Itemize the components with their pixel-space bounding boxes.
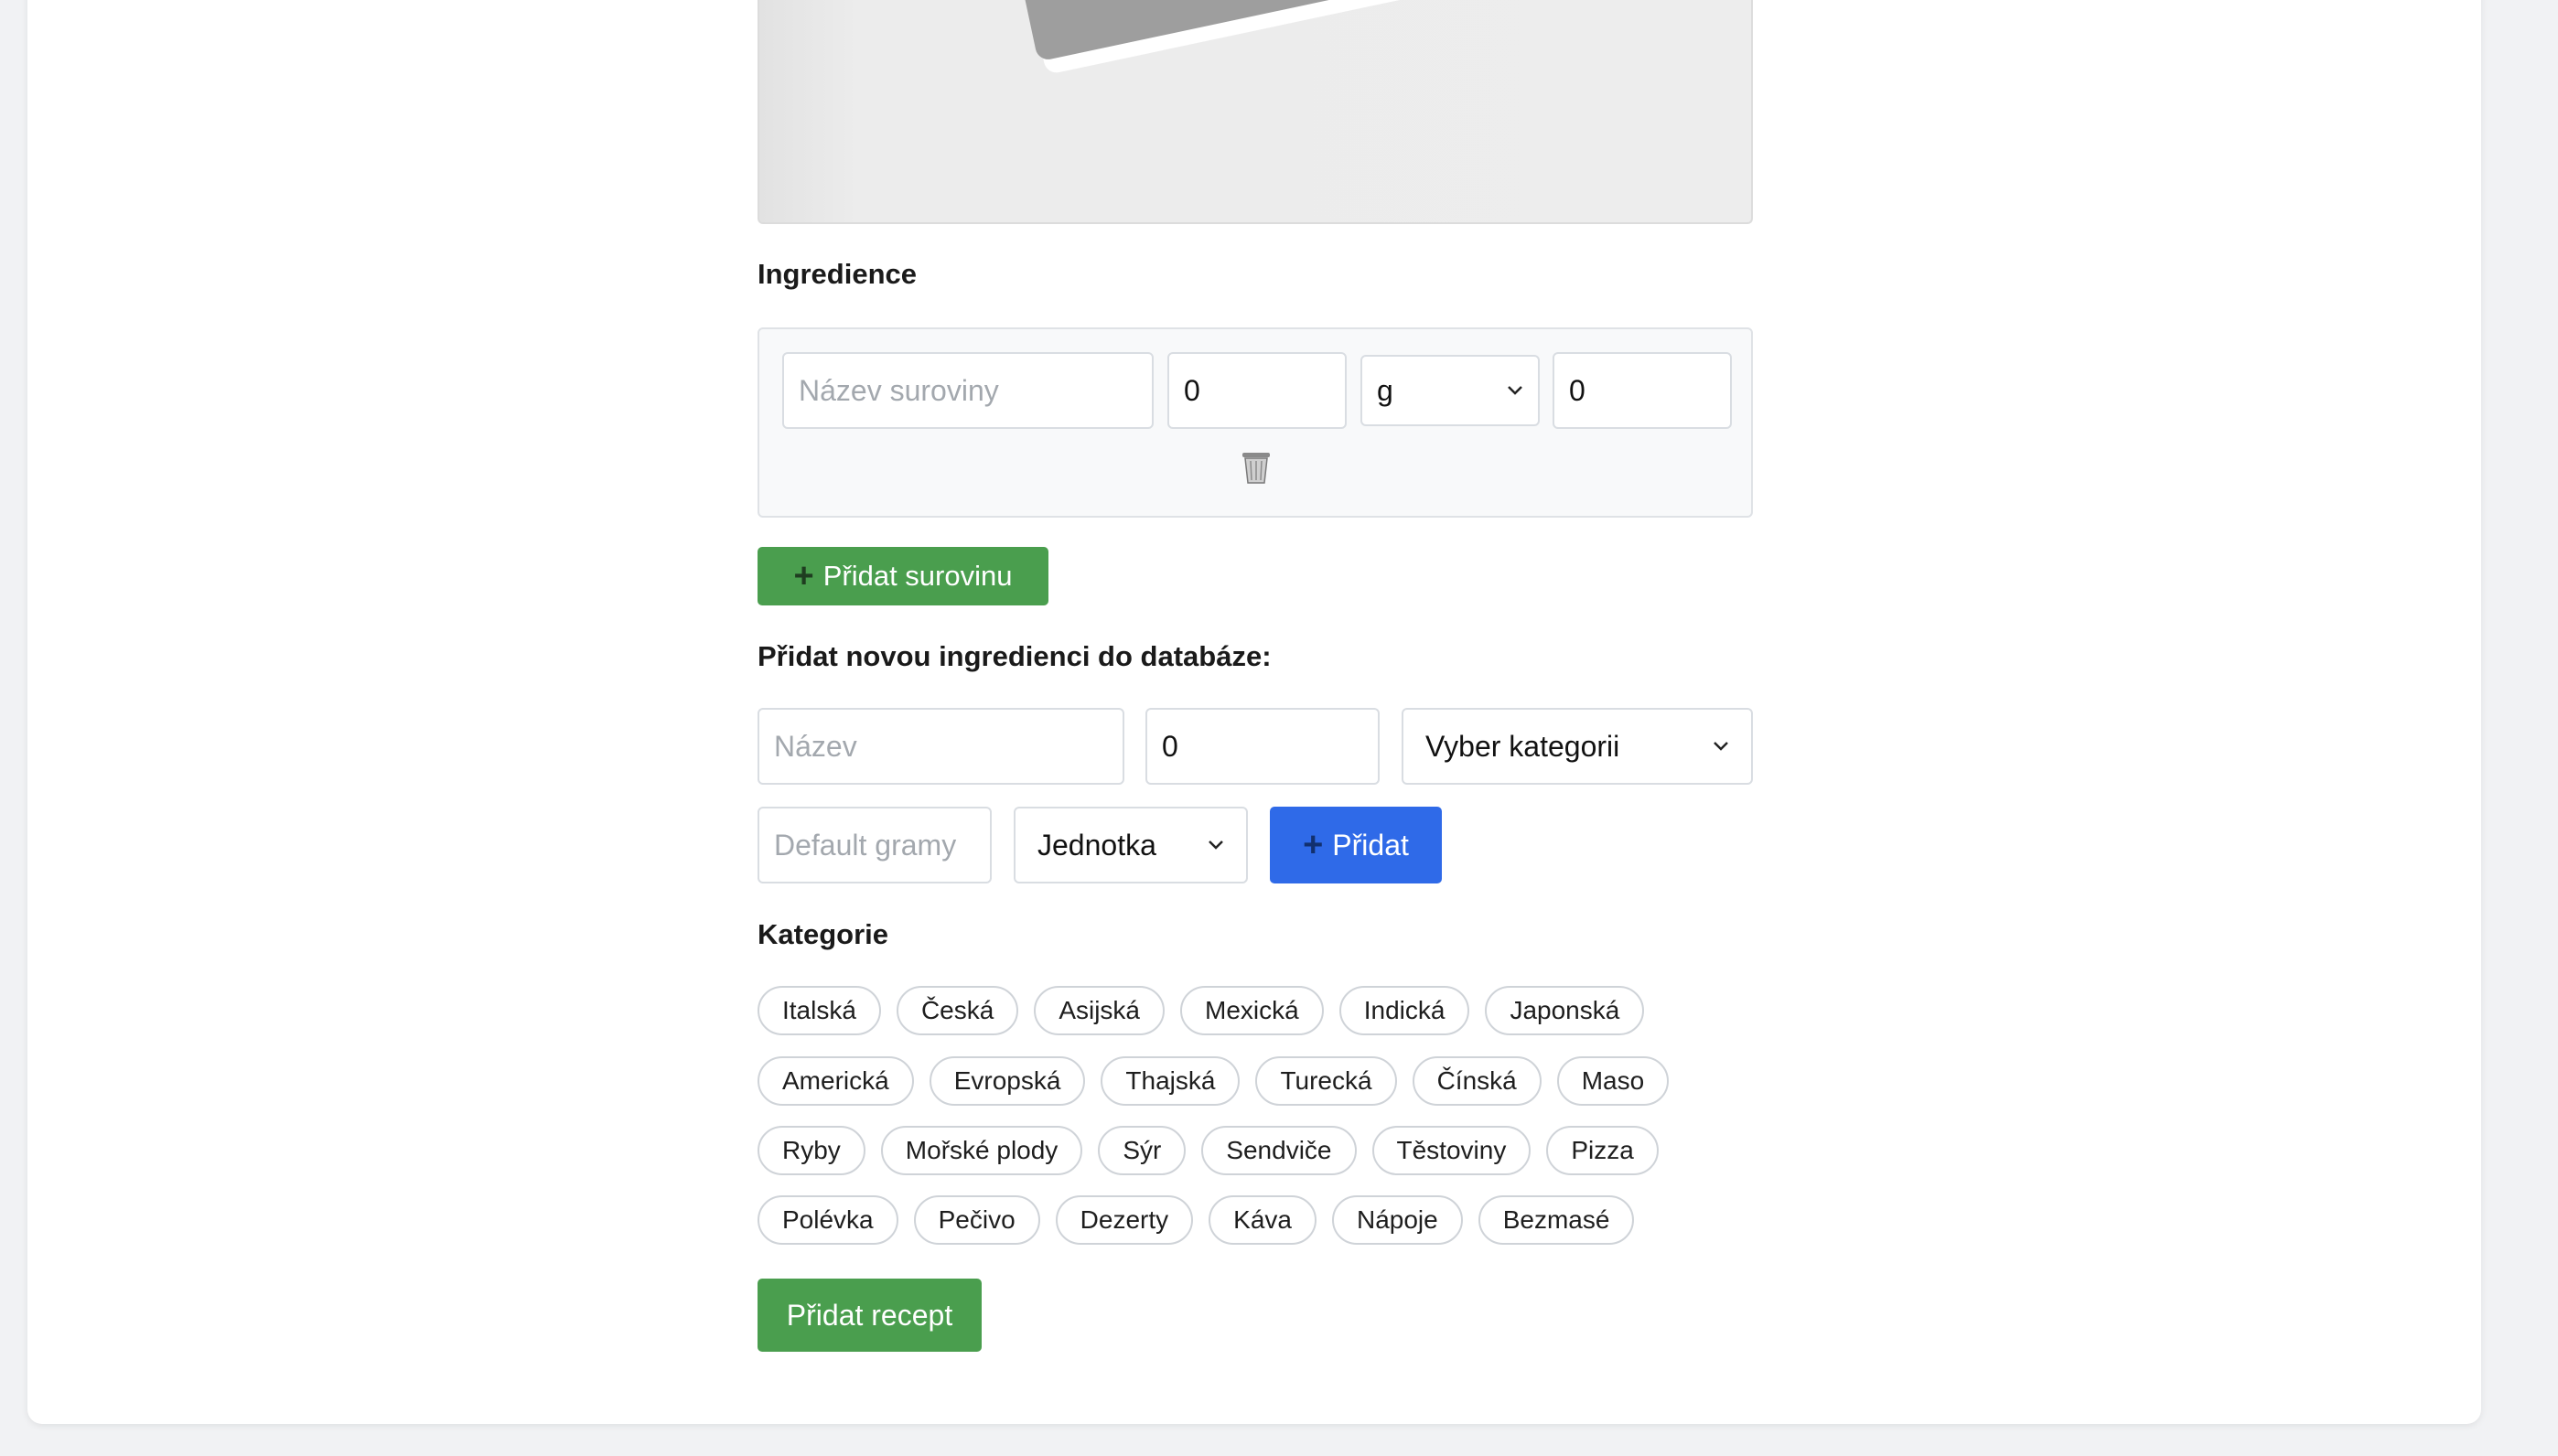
category-tag[interactable]: Pizza [1546,1126,1659,1175]
category-tag[interactable]: Asijská [1034,986,1166,1035]
ingredient-unit-select[interactable]: g [1360,355,1540,426]
category-tag[interactable]: Čínská [1412,1056,1542,1106]
category-tag-row: Italská Česká Asijská Mexická Indická Ja… [758,986,1645,1035]
category-select-value: Vyber kategorii [1425,729,1620,763]
category-tag[interactable]: Česká [896,986,1019,1035]
category-tag-row: Polévka Pečivo Dezerty Káva Nápoje Bezma… [758,1195,1635,1245]
category-tag[interactable]: Sendviče [1201,1126,1357,1175]
plus-icon: + [793,557,814,595]
category-tag[interactable]: Polévka [758,1195,898,1245]
category-tag[interactable]: Indická [1338,986,1470,1035]
category-tag[interactable]: Sýr [1098,1126,1187,1175]
new-ingredient-value-input[interactable]: 0 [1145,708,1380,785]
category-tag-row: Americká Evropská Thajská Turecká Čínská… [758,1056,1670,1106]
category-tag-row: Ryby Mořské plody Sýr Sendviče Těstoviny… [758,1126,1659,1175]
category-tag[interactable]: Turecká [1255,1056,1397,1106]
category-tag[interactable]: Maso [1556,1056,1670,1106]
plus-icon: + [1303,826,1324,864]
ingredients-heading: Ingredience [758,258,917,290]
add-new-ingredient-label: Přidat [1332,828,1409,862]
add-ingredient-button[interactable]: + Přidat surovinu [758,547,1048,605]
categories-heading: Kategorie [758,918,888,950]
chevron-down-icon [1508,386,1522,395]
category-tag[interactable]: Dezerty [1055,1195,1194,1245]
chevron-down-icon [1209,840,1223,850]
recipe-image-placeholder[interactable] [758,0,1753,224]
category-tag[interactable]: Thajská [1101,1056,1241,1106]
default-grams-input[interactable]: Default gramy [758,807,992,883]
category-tag[interactable]: Evropská [929,1056,1086,1106]
unit-select-value: Jednotka [1037,828,1156,862]
add-ingredient-label: Přidat surovinu [822,560,1013,592]
ingredient-unit-value: g [1377,373,1393,407]
ingredient-amount-input[interactable]: 0 [1167,352,1347,429]
category-select[interactable]: Vyber kategorii [1402,708,1753,785]
category-tag[interactable]: Japonská [1485,986,1645,1035]
category-tag[interactable]: Bezmasé [1478,1195,1635,1245]
add-new-ingredient-button[interactable]: + Přidat [1270,807,1442,883]
unit-select[interactable]: Jednotka [1014,807,1248,883]
category-tag[interactable]: Mexická [1180,986,1324,1035]
trash-icon[interactable] [1241,450,1272,485]
image-placeholder-icon [1016,0,1421,73]
new-ingredient-heading: Přidat novou ingredienci do databáze: [758,640,1272,672]
new-ingredient-name-input[interactable]: Název [758,708,1124,785]
category-tag[interactable]: Ryby [758,1126,865,1175]
category-tag[interactable]: Pečivo [913,1195,1040,1245]
category-tag[interactable]: Káva [1209,1195,1317,1245]
ingredient-name-input[interactable]: Název suroviny [782,352,1154,429]
ingredient-row: Název suroviny 0 g 0 [758,327,1753,518]
category-tag[interactable]: Nápoje [1331,1195,1463,1245]
category-tag[interactable]: Italská [758,986,881,1035]
category-tag[interactable]: Americká [758,1056,914,1106]
category-tag[interactable]: Mořské plody [880,1126,1083,1175]
ingredient-grams-input[interactable]: 0 [1553,352,1732,429]
category-tag[interactable]: Těstoviny [1371,1126,1532,1175]
chevron-down-icon [1714,742,1728,751]
add-recipe-button[interactable]: Přidat recept [758,1279,982,1352]
